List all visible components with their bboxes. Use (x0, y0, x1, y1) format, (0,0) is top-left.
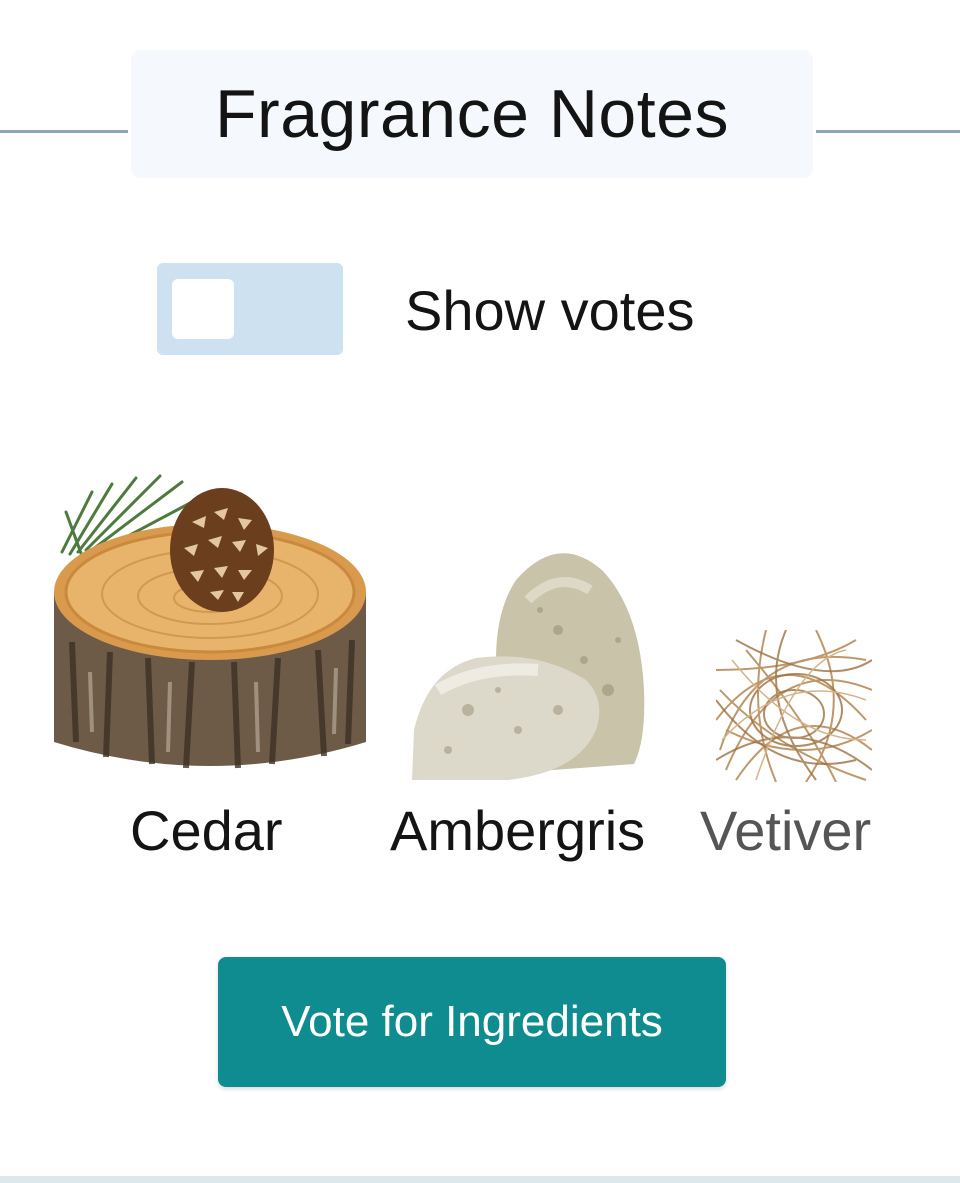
toggle-knob (172, 279, 234, 339)
show-votes-label[interactable]: Show votes (405, 278, 695, 343)
note-label-vetiver: Vetiver (700, 799, 872, 862)
fragrance-notes-panel: Fragrance Notes Show votes Cedar Ambergr… (0, 0, 960, 1183)
note-label-cedar: Cedar (130, 799, 283, 862)
ambergris-icon (412, 553, 645, 780)
note-cedar[interactable]: Cedar (52, 472, 372, 862)
header-divider-right (816, 130, 960, 133)
page-title: Fragrance Notes (215, 76, 729, 152)
vote-for-ingredients-button[interactable]: Vote for Ingredients (218, 957, 726, 1087)
note-vetiver[interactable]: Vetiver (700, 630, 900, 862)
title-box: Fragrance Notes (131, 50, 813, 178)
vetiver-icon (716, 630, 872, 782)
cedar-icon (54, 474, 366, 769)
header-divider-left (0, 130, 128, 133)
note-label-ambergris: Ambergris (390, 799, 646, 862)
show-votes-toggle[interactable] (157, 263, 343, 355)
bottom-divider (0, 1176, 960, 1183)
note-ambergris[interactable]: Ambergris (388, 540, 678, 862)
